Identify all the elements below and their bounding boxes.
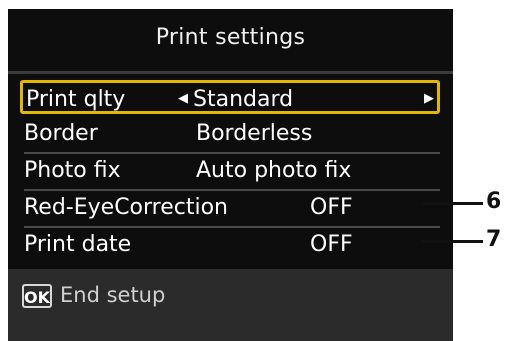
callout-line-6: [421, 202, 483, 205]
title-bar: Print settings: [8, 9, 453, 71]
footer-instruction: End setup: [60, 283, 166, 307]
setting-row-photo-fix[interactable]: Photo fix Auto photo fix: [20, 154, 440, 191]
lcd-screen: Print settings Print qlty ◀ Standard ▶ B…: [8, 9, 453, 341]
callout-number-6: 6: [486, 189, 502, 214]
setting-value: OFF: [310, 232, 353, 257]
setting-label: Border: [24, 121, 98, 146]
setting-label: Photo fix: [24, 158, 121, 183]
footer-bar: OK End setup: [8, 269, 453, 341]
setting-label: Print qlty: [26, 87, 126, 112]
setting-label: Print date: [24, 232, 132, 257]
setting-label: Red-EyeCorrection: [24, 195, 229, 220]
setting-value: Borderless: [196, 121, 313, 146]
setting-value: OFF: [310, 195, 353, 220]
setting-row-border[interactable]: Border Borderless: [20, 117, 440, 154]
callout-line-7: [421, 240, 483, 243]
setting-row-print-quality[interactable]: Print qlty ◀ Standard ▶: [20, 80, 440, 114]
callout-number-7: 7: [486, 227, 502, 252]
setting-value: Auto photo fix: [196, 158, 352, 183]
setting-row-red-eye-correction[interactable]: Red-EyeCorrection OFF: [20, 191, 440, 228]
setting-value: Standard: [193, 87, 294, 112]
setting-row-print-date[interactable]: Print date OFF: [20, 228, 440, 262]
screen-title: Print settings: [155, 25, 306, 50]
right-arrow-icon[interactable]: ▶: [424, 91, 434, 106]
ok-button-icon[interactable]: OK: [22, 284, 52, 308]
title-divider: [8, 71, 453, 74]
left-arrow-icon[interactable]: ◀: [178, 91, 188, 106]
